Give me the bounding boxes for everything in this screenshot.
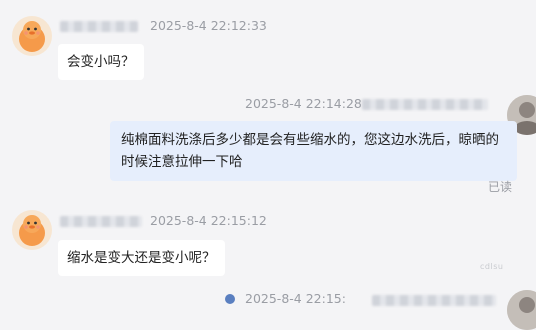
agent-name <box>362 99 488 110</box>
duck-avatar-icon <box>19 215 45 246</box>
customer-avatar[interactable] <box>12 16 52 56</box>
message-timestamp: 2025-8-4 22:12:33 <box>150 18 267 33</box>
agent-avatar[interactable] <box>507 290 536 330</box>
customer-message[interactable]: 缩水是变大还是变小呢？ <box>58 240 225 276</box>
message-timestamp: 2025-8-4 22:15:12 <box>150 213 267 228</box>
customer-avatar[interactable] <box>12 210 52 250</box>
customer-name <box>60 216 142 227</box>
watermark: cdlsu <box>480 262 504 271</box>
duck-avatar-icon <box>19 21 45 52</box>
message-timestamp: 2025-8-4 22:14:28 <box>245 96 362 111</box>
customer-message[interactable]: 会变小吗？ <box>58 44 144 80</box>
read-status: 已读 <box>488 180 513 194</box>
agent-message-line: 时候注意拉伸一下哈 <box>121 154 243 170</box>
agent-message-line: 纯棉面料洗涤后多少都是会有些缩水的，您这边水洗后，晾晒的 <box>121 132 499 148</box>
agent-avatar-icon <box>507 290 536 330</box>
agent-message[interactable]: 纯棉面料洗涤后多少都是会有些缩水的，您这边水洗后，晾晒的 时候注意拉伸一下哈 <box>110 121 517 181</box>
agent-name <box>372 295 496 306</box>
shield-icon <box>225 294 235 304</box>
customer-name <box>60 21 138 32</box>
message-timestamp: 2025-8-4 22:15: <box>245 291 346 306</box>
